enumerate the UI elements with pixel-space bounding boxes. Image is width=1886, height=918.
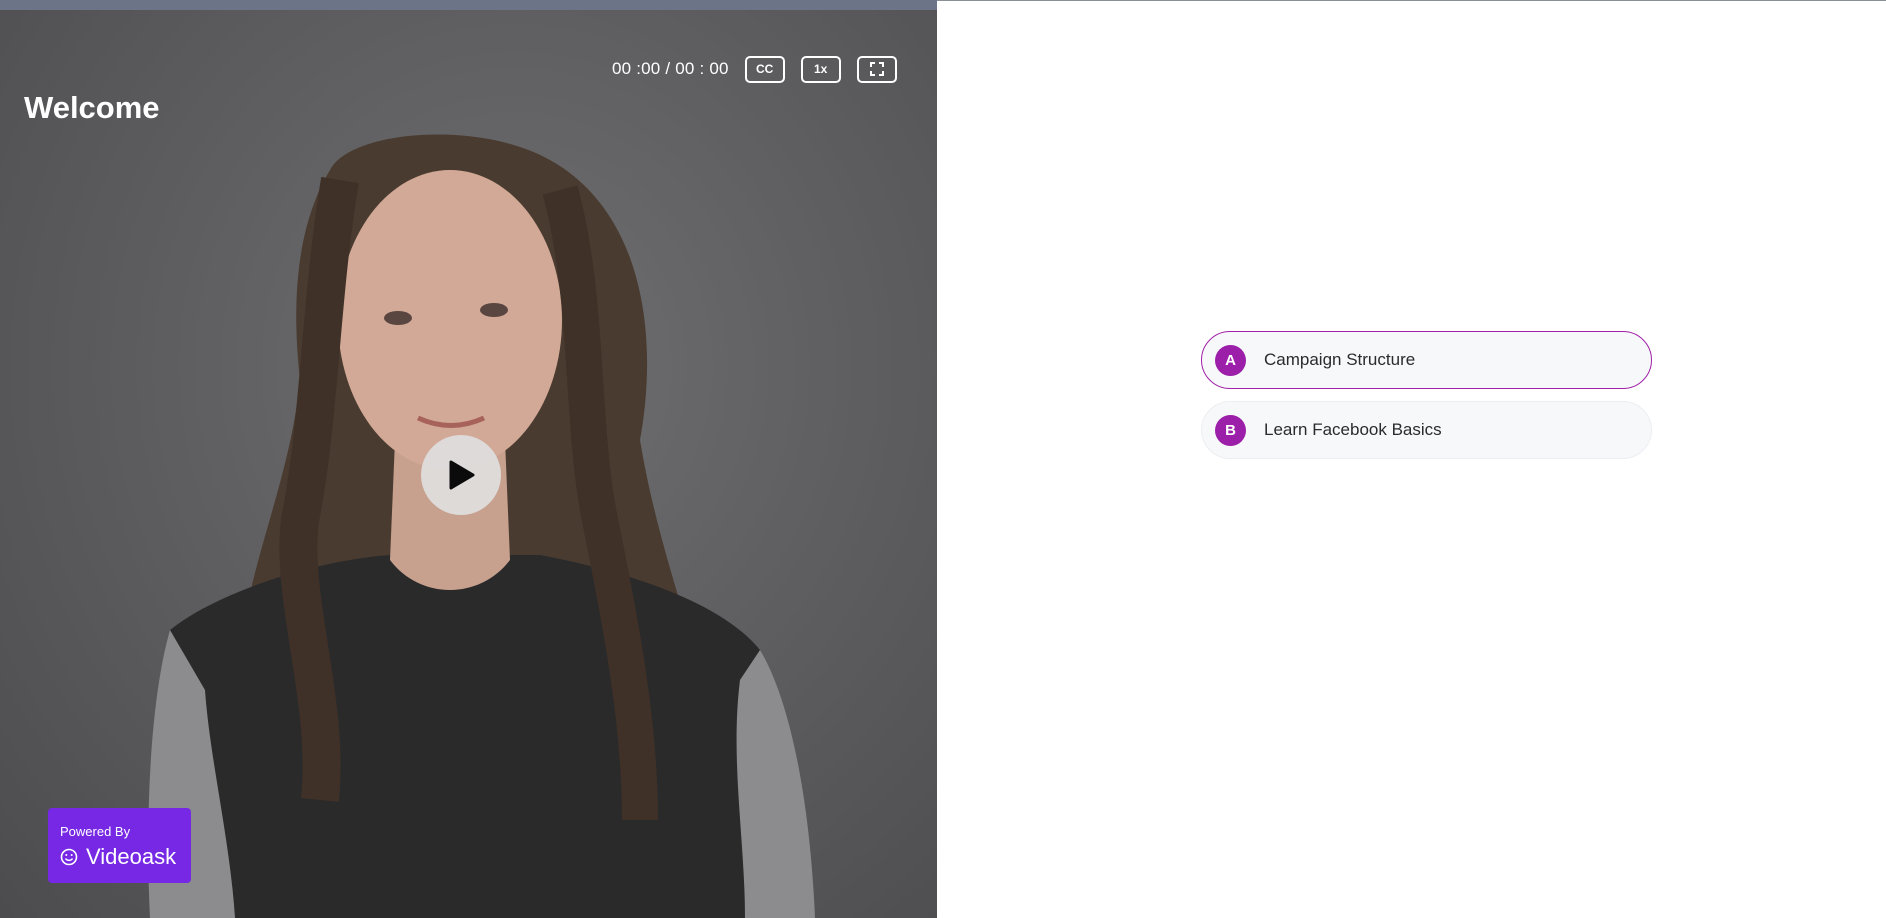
choice-label: Learn Facebook Basics: [1264, 420, 1442, 439]
choice-letter-badge: B: [1215, 414, 1246, 446]
play-button[interactable]: [421, 435, 501, 515]
powered-by-badge[interactable]: Powered By Videoask: [48, 808, 191, 883]
choice-letter-badge: A: [1215, 344, 1246, 376]
answer-choices: A Campaign Structure B Learn Facebook Ba…: [1201, 331, 1652, 471]
choice-option-b[interactable]: B Learn Facebook Basics: [1201, 401, 1652, 459]
captions-button[interactable]: CC: [744, 55, 785, 83]
play-icon: [449, 460, 475, 490]
time-display: 00 :00 / 00 : 00: [612, 59, 729, 78]
powered-by-text: Powered By: [60, 824, 131, 839]
video-title: Welcome: [24, 90, 160, 125]
video-player[interactable]: Welcome 00 :00 / 00 : 00 CC 1x Powered B…: [0, 0, 937, 918]
choice-label: Campaign Structure: [1264, 350, 1416, 369]
captions-label: CC: [755, 62, 774, 76]
smiley-icon: [60, 848, 78, 866]
video-controls: 00 :00 / 00 : 00 CC 1x: [612, 55, 897, 83]
fullscreen-button[interactable]: [856, 55, 897, 83]
fullscreen-icon: [869, 62, 884, 76]
playback-speed-button[interactable]: 1x: [800, 55, 841, 83]
brand-name: Videoask: [86, 844, 177, 869]
divider: [937, 0, 1886, 1]
playback-speed-label: 1x: [813, 62, 828, 76]
choice-option-a[interactable]: A Campaign Structure: [1201, 331, 1652, 389]
